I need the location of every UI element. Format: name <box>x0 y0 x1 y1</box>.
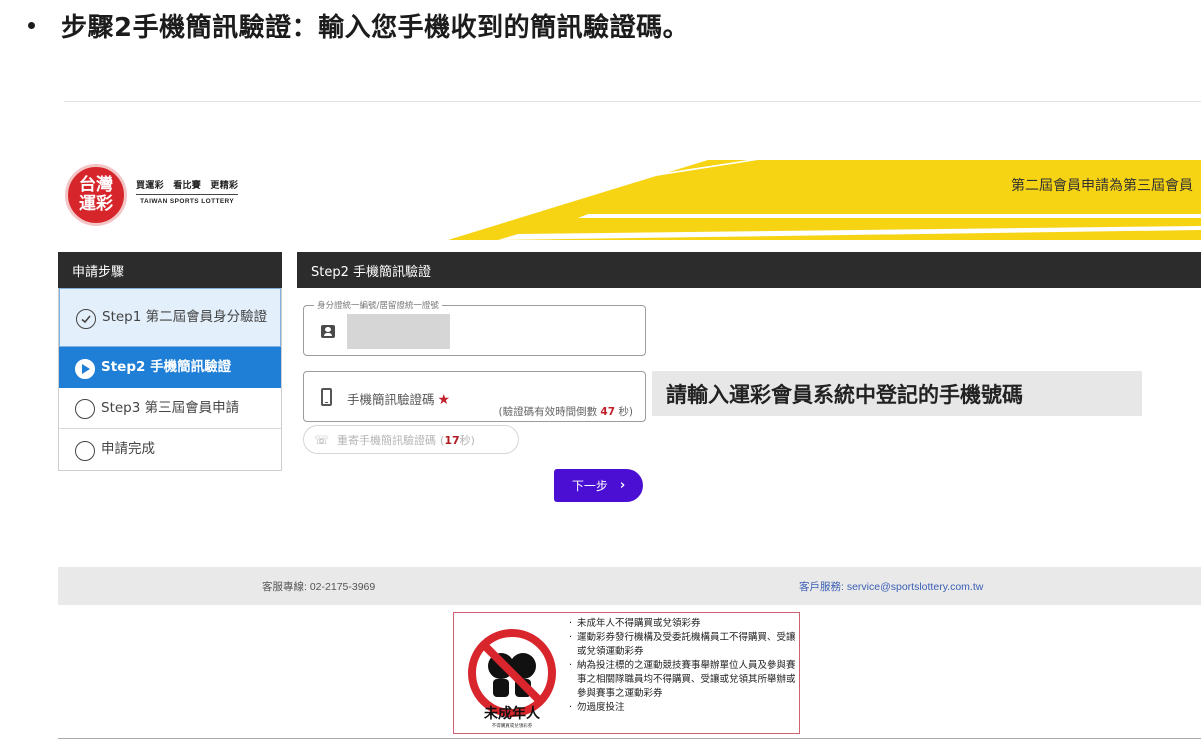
required-star-icon: ★ <box>437 392 451 408</box>
instruction-heading: 步驟2手機簡訊驗證：輸入您手機收到的簡訊驗證碼。 <box>28 8 690 43</box>
step-item-4[interactable]: 申請完成 <box>59 429 281 470</box>
logo-wordmark: 買運彩 看比賽 更精彩 TAIWAN SPORTS LOTTERY <box>136 178 239 205</box>
resend-seconds: 17 <box>444 433 460 447</box>
customer-service-email[interactable]: 客戶服務: service@sportslottery.com.tw <box>799 579 983 594</box>
id-number-field[interactable]: 身分證統一編號/居留證統一證號 <box>303 299 646 356</box>
step-label: Step2 手機簡訊驗證 <box>101 359 232 375</box>
chevron-right-icon: › <box>619 478 626 493</box>
site-banner: 台灣 運彩 買運彩 看比賽 更精彩 TAIWAN SPORTS LOTTERY … <box>58 158 1201 240</box>
warning-item: 勿過度投注 <box>569 701 797 715</box>
warning-caption-sub: 不得購買或兌領彩券 <box>491 724 533 729</box>
logo-english-name: TAIWAN SPORTS LOTTERY <box>140 198 235 205</box>
step-item-3[interactable]: Step3 第三屆會員申請 <box>59 388 281 429</box>
step-label: Step1 第二屆會員身分驗證 <box>102 309 268 325</box>
empty-circle-icon <box>75 440 95 461</box>
resend-label: 重寄手機簡訊驗證碼 <box>337 433 437 447</box>
warning-item: 未成年人不得購買或兌領彩券 <box>569 617 797 631</box>
warning-item: 運動彩券發行機構及受委託機構員工不得購買、受讓或兌領運動彩券 <box>569 631 797 659</box>
mobile-phone-icon <box>321 388 332 406</box>
id-card-icon <box>321 325 335 338</box>
play-circle-icon <box>75 358 95 379</box>
logo-text-line2: 運彩 <box>79 194 113 214</box>
banner-title: 第二屆會員申請為第三屆會員 <box>1011 178 1193 194</box>
phone-instruction-callout: 請輸入運彩會員系統中登記的手機號碼 <box>652 371 1142 416</box>
logo-slogan: 買運彩 看比賽 更精彩 <box>136 178 239 195</box>
main-section-header: Step2 手機簡訊驗證 <box>297 252 1201 288</box>
phone-callback-icon: ☏ <box>314 432 330 447</box>
logo-text-line1: 台灣 <box>79 175 113 195</box>
footer-contact-bar: 客服專線: 02-2175-3969 客戶服務: service@sportsl… <box>58 567 1201 605</box>
empty-circle-icon <box>75 399 95 419</box>
underage-warning-box: 未成年人 不得購買或兌領彩券 未成年人不得購買或兌領彩券 運動彩券發行機構及受委… <box>453 612 800 734</box>
sidebar-header: 申請步驟 <box>58 252 282 288</box>
step-label: 申請完成 <box>101 441 155 457</box>
warning-list: 未成年人不得購買或兌領彩券 運動彩券發行機構及受委託機構員工不得購買、受讓或兌領… <box>569 617 797 715</box>
warning-caption: 未成年人 <box>484 706 540 722</box>
sms-code-label: 手機簡訊驗證碼 ★ <box>347 389 450 408</box>
bullet-icon <box>28 21 35 29</box>
id-number-masked-value <box>347 314 450 349</box>
step-item-2[interactable]: Step2 手機簡訊驗證 <box>59 347 281 388</box>
resend-countdown-suffix: 秒) <box>459 433 475 447</box>
sms-code-label-text: 手機簡訊驗證碼 <box>347 392 435 407</box>
divider <box>64 101 1201 102</box>
steps-list: Step1 第二屆會員身分驗證 Step2 手機簡訊驗證 Step3 第三屆會員… <box>58 288 282 471</box>
countdown-hint: (驗證碼有效時間倒數 47 秒) <box>498 404 633 419</box>
countdown-hint-suffix: 秒) <box>618 406 633 418</box>
next-step-label: 下一步 <box>571 479 608 493</box>
taiwan-sports-lottery-logo[interactable]: 台灣 運彩 <box>65 164 127 226</box>
sms-code-field[interactable]: 手機簡訊驗證碼 ★ (驗證碼有效時間倒數 47 秒) <box>303 371 646 422</box>
id-number-field-label: 身分證統一編號/居留證統一證號 <box>314 299 442 311</box>
step-item-1[interactable]: Step1 第二屆會員身分驗證 <box>59 288 281 347</box>
resend-countdown: (17秒) <box>440 432 475 448</box>
steps-sidebar: 申請步驟 Step1 第二屆會員身分驗證 Step2 手機簡訊驗證 Step3 … <box>58 252 282 471</box>
check-circle-icon <box>76 308 96 329</box>
next-step-button[interactable]: 下一步 › <box>554 469 643 502</box>
countdown-seconds: 47 <box>600 406 616 418</box>
step-label: Step3 第三屆會員申請 <box>101 399 240 416</box>
instruction-heading-text: 步驟2手機簡訊驗證：輸入您手機收到的簡訊驗證碼。 <box>61 12 690 43</box>
resend-sms-button[interactable]: ☏ 重寄手機簡訊驗證碼 (17秒) <box>303 425 519 454</box>
countdown-hint-prefix: (驗證碼有效時間倒數 <box>498 406 598 418</box>
customer-hotline: 客服專線: 02-2175-3969 <box>262 581 376 593</box>
footer-divider <box>58 738 1201 739</box>
page: 步驟2手機簡訊驗證：輸入您手機收到的簡訊驗證碼。 台灣 運彩 買運彩 看比賽 更… <box>0 0 1201 740</box>
warning-item: 納為投注標的之運動競技賽事舉辦單位人員及參與賽事之相關隊職員均不得購買、受讓或兌… <box>569 659 797 701</box>
